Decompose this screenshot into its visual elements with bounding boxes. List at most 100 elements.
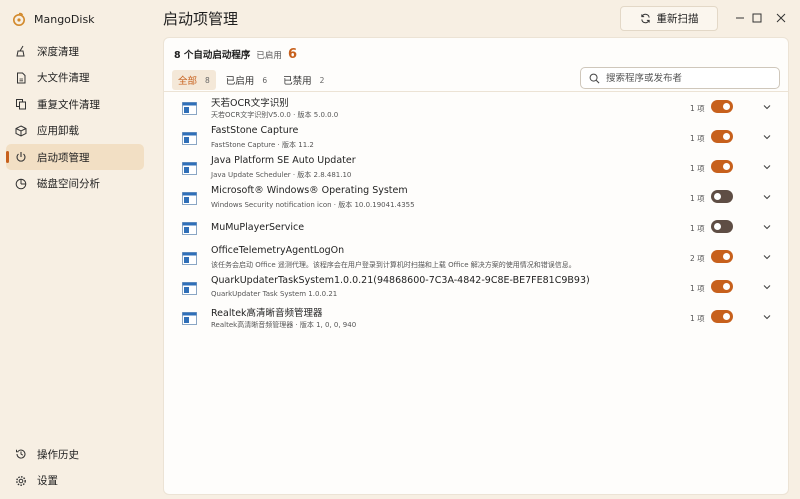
startup-count-text: 8 个自动启动程序: [174, 50, 251, 61]
sidebar-item-duplicate-files[interactable]: 重复文件清理: [6, 91, 144, 117]
app-name: MangoDisk: [34, 12, 95, 26]
item-desc: 天若OCR文字识别V5.0.0 · 版本 5.0.0.0: [211, 111, 339, 119]
history-icon: [15, 448, 27, 460]
brand: MangoDisk: [12, 10, 95, 28]
sidebar-item-label: 深度清理: [37, 45, 79, 58]
startup-item: Realtek高清晰音频管理器 Realtek高清晰音频管理器 · 版本 1, …: [164, 303, 788, 333]
item-desc: QuarkUpdater Task System 1.0.0.21: [211, 290, 338, 298]
item-desc: 该任务会启动 Office 遥测代理。该程序会在用户登录到计算机时扫描和上载 O…: [211, 261, 576, 269]
startup-toggle[interactable]: [711, 220, 733, 233]
sidebar-item-large-files[interactable]: 大文件清理: [6, 65, 144, 91]
startup-toggle[interactable]: [711, 100, 733, 113]
item-count: 1 项: [690, 164, 705, 173]
startup-toggle[interactable]: [711, 250, 733, 263]
sidebar-item-label: 操作历史: [37, 448, 79, 461]
search-box[interactable]: [580, 67, 780, 89]
item-desc: FastStone Capture · 版本 11.2: [211, 141, 314, 149]
tab-count: 6: [262, 75, 268, 85]
item-count: 1 项: [690, 194, 705, 203]
chevron-down-icon[interactable]: [761, 281, 773, 293]
sidebar: MangoDisk 深度清理 大文件清理 重复文件清理 应用卸载 启动项管理 磁…: [0, 0, 152, 499]
startup-item: 天若OCR文字识别 天若OCR文字识别V5.0.0 · 版本 5.0.0.0 1…: [164, 93, 788, 123]
sidebar-item-history[interactable]: 操作历史: [6, 441, 144, 467]
page-title: 启动项管理: [163, 10, 239, 28]
startup-list: 天若OCR文字识别 天若OCR文字识别V5.0.0 · 版本 5.0.0.0 1…: [164, 93, 788, 333]
gear-icon: [15, 475, 27, 487]
close-icon[interactable]: [771, 8, 791, 28]
item-count: 1 项: [690, 314, 705, 323]
box-icon: [15, 124, 27, 137]
copy-icon: [15, 98, 27, 110]
tab-disabled[interactable]: 已禁用 2: [277, 70, 330, 90]
refresh-icon: [640, 13, 650, 24]
file-icon: [15, 72, 27, 84]
startup-toggle[interactable]: [711, 160, 733, 173]
startup-item: Java Platform SE Auto Updater Java Updat…: [164, 153, 788, 183]
item-name: MuMuPlayerService: [211, 222, 305, 233]
enabled-count: 6: [287, 47, 297, 62]
chevron-down-icon[interactable]: [761, 311, 773, 323]
startup-panel: 8 个自动启动程序 已启用 6 全部 8 已启用 6 已禁用 2 天若OCR文字…: [163, 37, 789, 495]
chevron-down-icon[interactable]: [761, 191, 773, 203]
divider: [164, 91, 788, 92]
chevron-down-icon[interactable]: [761, 161, 773, 173]
startup-toggle[interactable]: [711, 130, 733, 143]
search-input[interactable]: [606, 72, 766, 84]
item-count: 1 项: [690, 104, 705, 113]
maximize-icon[interactable]: [747, 8, 767, 28]
startup-toggle[interactable]: [711, 190, 733, 203]
tab-count: 2: [319, 75, 325, 85]
sidebar-item-label: 重复文件清理: [37, 98, 100, 111]
startup-toggle[interactable]: [711, 280, 733, 293]
item-count: 1 项: [690, 224, 705, 233]
sidebar-item-deep-clean[interactable]: 深度清理: [6, 38, 144, 64]
search-icon: [589, 73, 600, 83]
summary: 8 个自动启动程序 已启用 6: [174, 47, 297, 62]
tab-label: 已禁用: [283, 76, 312, 87]
startup-item: Microsoft® Windows® Operating System Win…: [164, 183, 788, 213]
app-window-icon: [182, 162, 197, 175]
sidebar-item-settings[interactable]: 设置: [6, 468, 144, 494]
sidebar-item-label: 启动项管理: [37, 151, 90, 164]
item-name: Realtek高清晰音频管理器: [211, 308, 323, 319]
item-desc: Windows Security notification icon · 版本 …: [211, 201, 415, 209]
item-count: 1 项: [690, 284, 705, 293]
startup-item: MuMuPlayerService 1 项: [164, 213, 788, 243]
app-window-icon: [182, 312, 197, 325]
chevron-down-icon[interactable]: [761, 251, 773, 263]
sidebar-nav: 深度清理 大文件清理 重复文件清理 应用卸载 启动项管理 磁盘空间分析: [6, 38, 144, 197]
item-count: 1 项: [690, 134, 705, 143]
sidebar-bottom: 操作历史 设置: [6, 441, 144, 494]
startup-toggle[interactable]: [711, 310, 733, 323]
chevron-down-icon[interactable]: [761, 131, 773, 143]
tab-all[interactable]: 全部 8: [172, 70, 216, 90]
rescan-button[interactable]: 重新扫描: [620, 6, 718, 31]
sweep-icon: [15, 45, 27, 57]
tab-label: 已启用: [225, 76, 255, 87]
rescan-label: 重新扫描: [656, 13, 699, 25]
startup-item: FastStone Capture FastStone Capture · 版本…: [164, 123, 788, 153]
enabled-label: 已启用: [256, 51, 282, 61]
power-icon: [15, 151, 27, 163]
item-desc: Java Update Scheduler · 版本 2.8.481.10: [211, 171, 352, 179]
pie-icon: [15, 178, 27, 190]
sidebar-item-startup[interactable]: 启动项管理: [6, 144, 144, 170]
app-window-icon: [182, 252, 197, 265]
chevron-down-icon[interactable]: [761, 101, 773, 113]
sidebar-item-label: 大文件清理: [37, 72, 90, 84]
item-desc: Realtek高清晰音频管理器 · 版本 1, 0, 0, 940: [211, 321, 357, 329]
filter-tabs: 全部 8 已启用 6 已禁用 2: [172, 70, 330, 90]
item-count: 2 项: [690, 254, 705, 263]
startup-item: QuarkUpdaterTaskSystem1.0.0.21(94868600-…: [164, 273, 788, 303]
tab-count: 8: [205, 75, 210, 85]
chevron-down-icon[interactable]: [761, 221, 773, 233]
tab-enabled[interactable]: 已启用 6: [220, 70, 273, 90]
mango-logo-icon: [13, 12, 25, 26]
sidebar-item-label: 设置: [37, 475, 58, 487]
sidebar-item-label: 磁盘空间分析: [37, 178, 100, 190]
sidebar-item-disk-analysis[interactable]: 磁盘空间分析: [6, 171, 144, 197]
sidebar-item-uninstall[interactable]: 应用卸载: [6, 118, 144, 144]
item-name: QuarkUpdaterTaskSystem1.0.0.21(94868600-…: [211, 275, 590, 286]
item-name: OfficeTelemetryAgentLogOn: [211, 245, 345, 256]
app-window-icon: [182, 222, 197, 235]
